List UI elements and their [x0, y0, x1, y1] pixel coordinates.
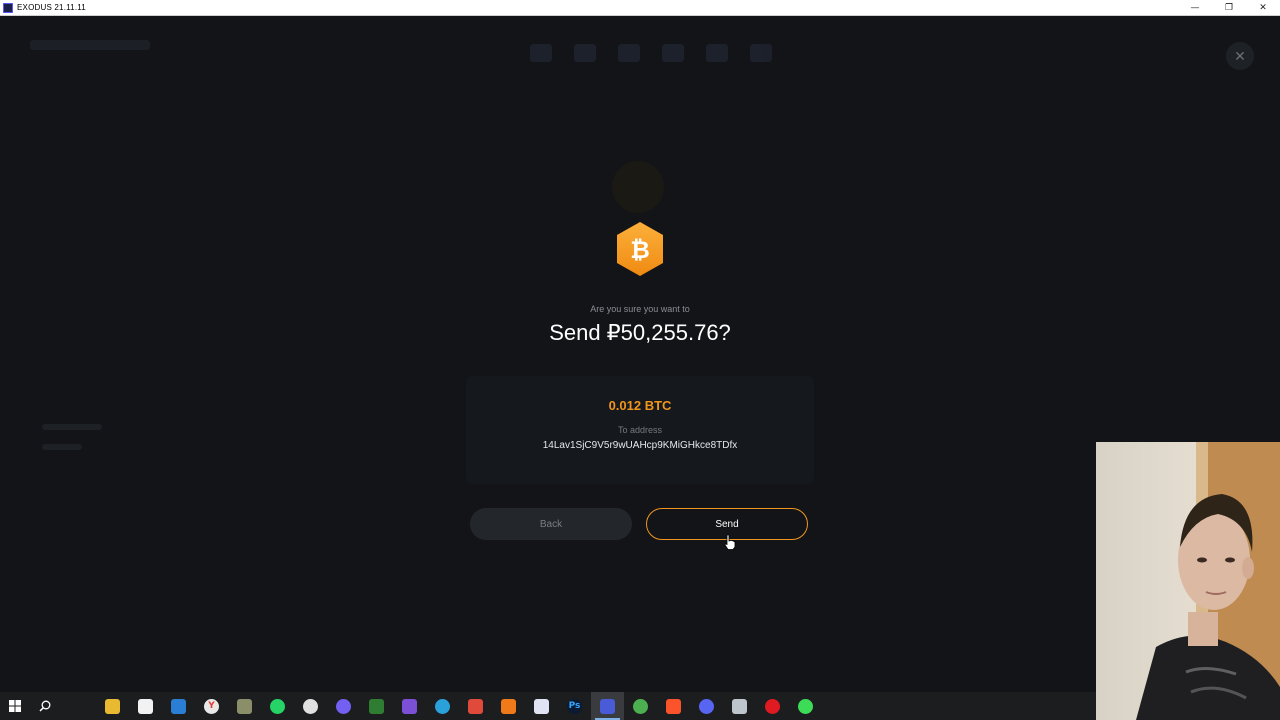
webcam-overlay	[1096, 442, 1280, 720]
app-icon-red[interactable]	[459, 692, 492, 720]
calculator-icon-glyph	[732, 698, 747, 714]
background-header-ghost	[30, 40, 150, 50]
background-nav-ghost	[530, 44, 772, 62]
whatsapp-icon-glyph	[270, 698, 285, 714]
app-icon-circle[interactable]	[789, 692, 822, 720]
window-controls: — ❐ ✕	[1178, 0, 1280, 15]
exodus-app-icon	[3, 2, 13, 13]
back-button[interactable]: Back	[470, 508, 632, 540]
search-icon[interactable]	[30, 692, 60, 720]
exodus-icon-glyph	[600, 698, 615, 714]
close-window-button[interactable]: ✕	[1246, 0, 1280, 15]
minimize-button[interactable]: —	[1178, 0, 1212, 15]
vs-icon-glyph	[402, 698, 417, 714]
to-address-label: To address	[617, 425, 663, 435]
window-title: EXODUS 21.11.11	[17, 3, 86, 12]
discord-icon[interactable]	[690, 692, 723, 720]
svg-text:₿: ₿	[630, 236, 650, 264]
metamask-icon[interactable]	[525, 692, 558, 720]
mail-icon[interactable]	[162, 692, 195, 720]
background-coin-ghost	[612, 161, 664, 213]
metamask-icon-glyph	[534, 698, 549, 714]
viber-icon-glyph	[336, 698, 351, 714]
yandex-browser-icon-glyph: Y	[204, 698, 219, 714]
avast-icon-glyph	[501, 698, 516, 714]
confirm-question-label: Are you sure you want to	[590, 304, 690, 314]
brave-icon[interactable]	[657, 692, 690, 720]
windows-taskbar: Y Ps	[0, 692, 1096, 720]
app-icon-green[interactable]	[360, 692, 393, 720]
telegram-icon-glyph	[435, 698, 450, 714]
chrome-icon-glyph	[633, 698, 648, 714]
discord-icon-glyph	[699, 698, 714, 714]
windows-start-icon[interactable]	[0, 692, 30, 720]
photoshop-icon[interactable]: Ps	[558, 692, 591, 720]
store-icon[interactable]	[129, 692, 162, 720]
photos-icon[interactable]	[294, 692, 327, 720]
app-icon-circle-glyph	[798, 698, 813, 714]
hand-cursor-icon	[724, 534, 736, 550]
store-icon-glyph	[138, 698, 153, 714]
crypto-amount: 0.012 BTC	[608, 398, 672, 413]
photoshop-icon-glyph: Ps	[567, 698, 582, 714]
calculator-icon[interactable]	[723, 692, 756, 720]
window-titlebar: EXODUS 21.11.11 — ❐ ✕	[0, 0, 1280, 16]
viber-icon[interactable]	[327, 692, 360, 720]
bitcoin-icon: ₿	[615, 221, 665, 277]
confirm-send-amount: Send ₽50,255.76?	[549, 320, 731, 345]
background-row-ghost	[42, 424, 102, 430]
brave-icon-glyph	[666, 698, 681, 714]
close-dialog-button[interactable]: ✕	[1226, 42, 1254, 70]
transaction-details-card: 0.012 BTC To address 14Lav1SjC9V5r9wUAHc…	[466, 376, 814, 484]
app-icon-glyph	[237, 698, 252, 714]
exodus-app: ✕ ₿ Are you sure you want to Send ₽50,25…	[0, 16, 1280, 692]
opera-icon-glyph	[765, 698, 780, 714]
file-explorer-icon[interactable]	[96, 692, 129, 720]
file-explorer-icon-glyph	[105, 698, 120, 714]
whatsapp-icon[interactable]	[261, 692, 294, 720]
taskbar-apps: Y Ps	[96, 692, 822, 720]
yandex-browser-icon[interactable]: Y	[195, 692, 228, 720]
avast-icon[interactable]	[492, 692, 525, 720]
app-icon-green-glyph	[369, 698, 384, 714]
vs-icon[interactable]	[393, 692, 426, 720]
telegram-icon[interactable]	[426, 692, 459, 720]
photos-icon-glyph	[303, 698, 318, 714]
background-row-ghost	[42, 444, 82, 450]
app-icon-red-glyph	[468, 698, 483, 714]
restore-button[interactable]: ❐	[1212, 0, 1246, 15]
recipient-address: 14Lav1SjC9V5r9wUAHcp9KMiGHkce8TDfx	[542, 440, 738, 451]
webcam-person-image	[1136, 442, 1280, 720]
app-icon[interactable]	[228, 692, 261, 720]
mail-icon-glyph	[171, 698, 186, 714]
opera-icon[interactable]	[756, 692, 789, 720]
chrome-icon[interactable]	[624, 692, 657, 720]
exodus-icon[interactable]	[591, 692, 624, 720]
